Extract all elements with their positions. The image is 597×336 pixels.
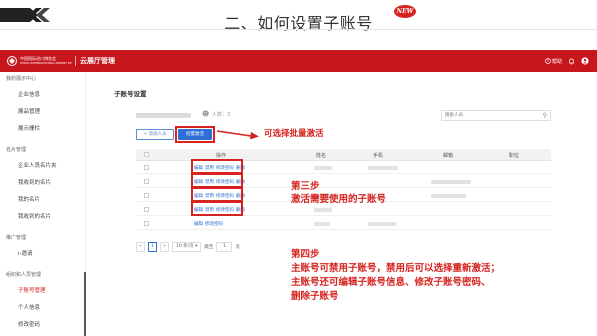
step3-text: 激活需要使用的子账号 [291,194,387,205]
page-unit: 页 [235,245,240,250]
help-button[interactable]: ? 帮助 [545,58,562,65]
sidebar-item-change-password[interactable]: 修改密码 [18,320,40,328]
help-icon: ? [545,58,551,64]
highlight-ops-box [191,173,243,188]
search-box[interactable]: ⚲ [441,110,551,121]
logo-text: 中国国际进口博览会 CHINA INTERNATIONAL IMPORT EXP… [20,56,72,66]
col-position: 职位 [509,153,520,159]
sidebar: 我的展示中心 企业信息 展品管理 展示栅栏 名片管理 企业人员名片夹 我收到的名… [0,72,86,336]
logo-text-en: CHINA INTERNATIONAL IMPORT EXPO [20,61,72,65]
prev-page-button[interactable]: < [136,242,145,252]
sidebar-item-display[interactable]: 展示栅栏 [18,124,40,132]
sidebar-item-subaccounts[interactable]: 子账号管理 [18,286,46,294]
add-member-button[interactable]: + 添加人员 [136,129,174,140]
arrow-icon [217,130,259,139]
search-icon[interactable]: ⚲ [543,112,547,119]
app-name: 云展厅管理 [80,57,115,65]
page-1-button[interactable]: 1 [148,242,157,252]
name-redacted [314,222,330,226]
sidebar-group-org: 组织和人员管理 [6,272,42,278]
highlight-batch-box [175,126,215,143]
slide-title: 二、如何设置子账号 [224,14,373,33]
search-input[interactable] [442,111,537,120]
phone-redacted [368,222,396,226]
col-operations: 操作 [216,153,227,159]
topbar-actions: ? 帮助 [545,56,589,66]
row-checkbox[interactable] [144,179,149,184]
step4-line1: 主账号可禁用子账号，禁用后可以选择重新激活； [291,263,501,274]
step4-line3: 删除子账号 [291,291,339,302]
user-icon: ☻ [202,110,210,118]
jump-input[interactable]: 1 [216,242,233,252]
row-checkbox[interactable] [144,165,149,170]
sidebar-group-promotion: 推广管理 [6,235,27,241]
email-redacted [431,180,471,184]
email-redacted [431,194,466,198]
select-all-checkbox[interactable] [144,152,149,157]
sidebar-scrollbar[interactable] [84,272,86,336]
sidebar-item-invite[interactable]: i-邀请 [18,249,33,257]
col-name: 姓名 [316,153,327,159]
sidebar-item-profile[interactable]: 个人信息 [18,303,40,311]
sidebar-item-received-cards-2[interactable]: 我收到的名片 [18,212,51,220]
name-redacted [314,166,332,170]
row-checkbox[interactable] [144,207,149,212]
page-size-value: 10 条/页 [176,244,194,249]
account-name-redacted [136,113,191,118]
batch-note: 可选择批量激活 [264,129,324,139]
next-page-button[interactable]: > [160,242,169,252]
highlight-ops-box [191,201,243,216]
table-row: 编辑 修改密码 [136,218,551,230]
sidebar-item-company-info[interactable]: 企业信息 [18,90,40,98]
sidebar-group-cards: 名片管理 [6,147,27,153]
slide-divider [0,29,597,30]
member-count: 人数：3 [212,112,231,118]
change-password-link[interactable]: 修改密码 [205,221,223,227]
page-title: 子账号设置 [114,90,147,98]
slide-header: 二、如何设置子账号 NEW [0,0,597,42]
chevron-down-icon: ▾ [195,244,198,249]
sidebar-item-exhibits[interactable]: 展品管理 [18,107,40,115]
sidebar-item-received-cards[interactable]: 我收到的名片 [18,178,51,186]
step4-line2: 主账号还可编辑子账号信息、修改子账号密码、 [291,277,491,288]
highlight-ops-box [191,159,243,174]
new-badge-icon: NEW [394,5,416,18]
main-panel: 子账号设置 ☻ 人数：3 ⚲ + 添加人员 批量激活 可选择批量激活 操作 姓名… [96,76,591,336]
logo-divider [75,56,76,66]
page-size-select[interactable]: 10 条/页 ▾ [172,242,202,252]
step3-title: 第三步 [291,181,320,192]
row-checkbox[interactable] [144,193,149,198]
sidebar-item-card-folder[interactable]: 企业人员名片夹 [18,161,57,169]
col-email: 邮箱 [443,153,454,159]
name-redacted [314,208,332,212]
phone-redacted [368,166,398,170]
row-checkbox[interactable] [144,221,149,226]
app-topbar: 中国国际进口博览会 CHINA INTERNATIONAL IMPORT EXP… [0,50,597,72]
user-circle-icon[interactable] [581,57,589,65]
edit-link[interactable]: 编辑 [194,221,203,227]
col-phone: 手机 [373,153,384,159]
pagination: < 1 > 10 条/页 ▾ 跳至 1 页 [136,242,240,252]
bell-icon[interactable] [568,58,575,65]
highlight-ops-box [191,187,243,202]
logo-icon [7,56,17,66]
sidebar-group-showcase: 我的展示中心 [6,76,37,82]
row-operations: 编辑 修改密码 [194,221,223,227]
sidebar-item-my-card[interactable]: 我的名片 [18,195,40,203]
step4-title: 第四步 [291,249,320,260]
help-label: 帮助 [551,58,562,65]
jump-label: 跳至 [204,245,214,250]
svg-text:?: ? [547,59,549,64]
